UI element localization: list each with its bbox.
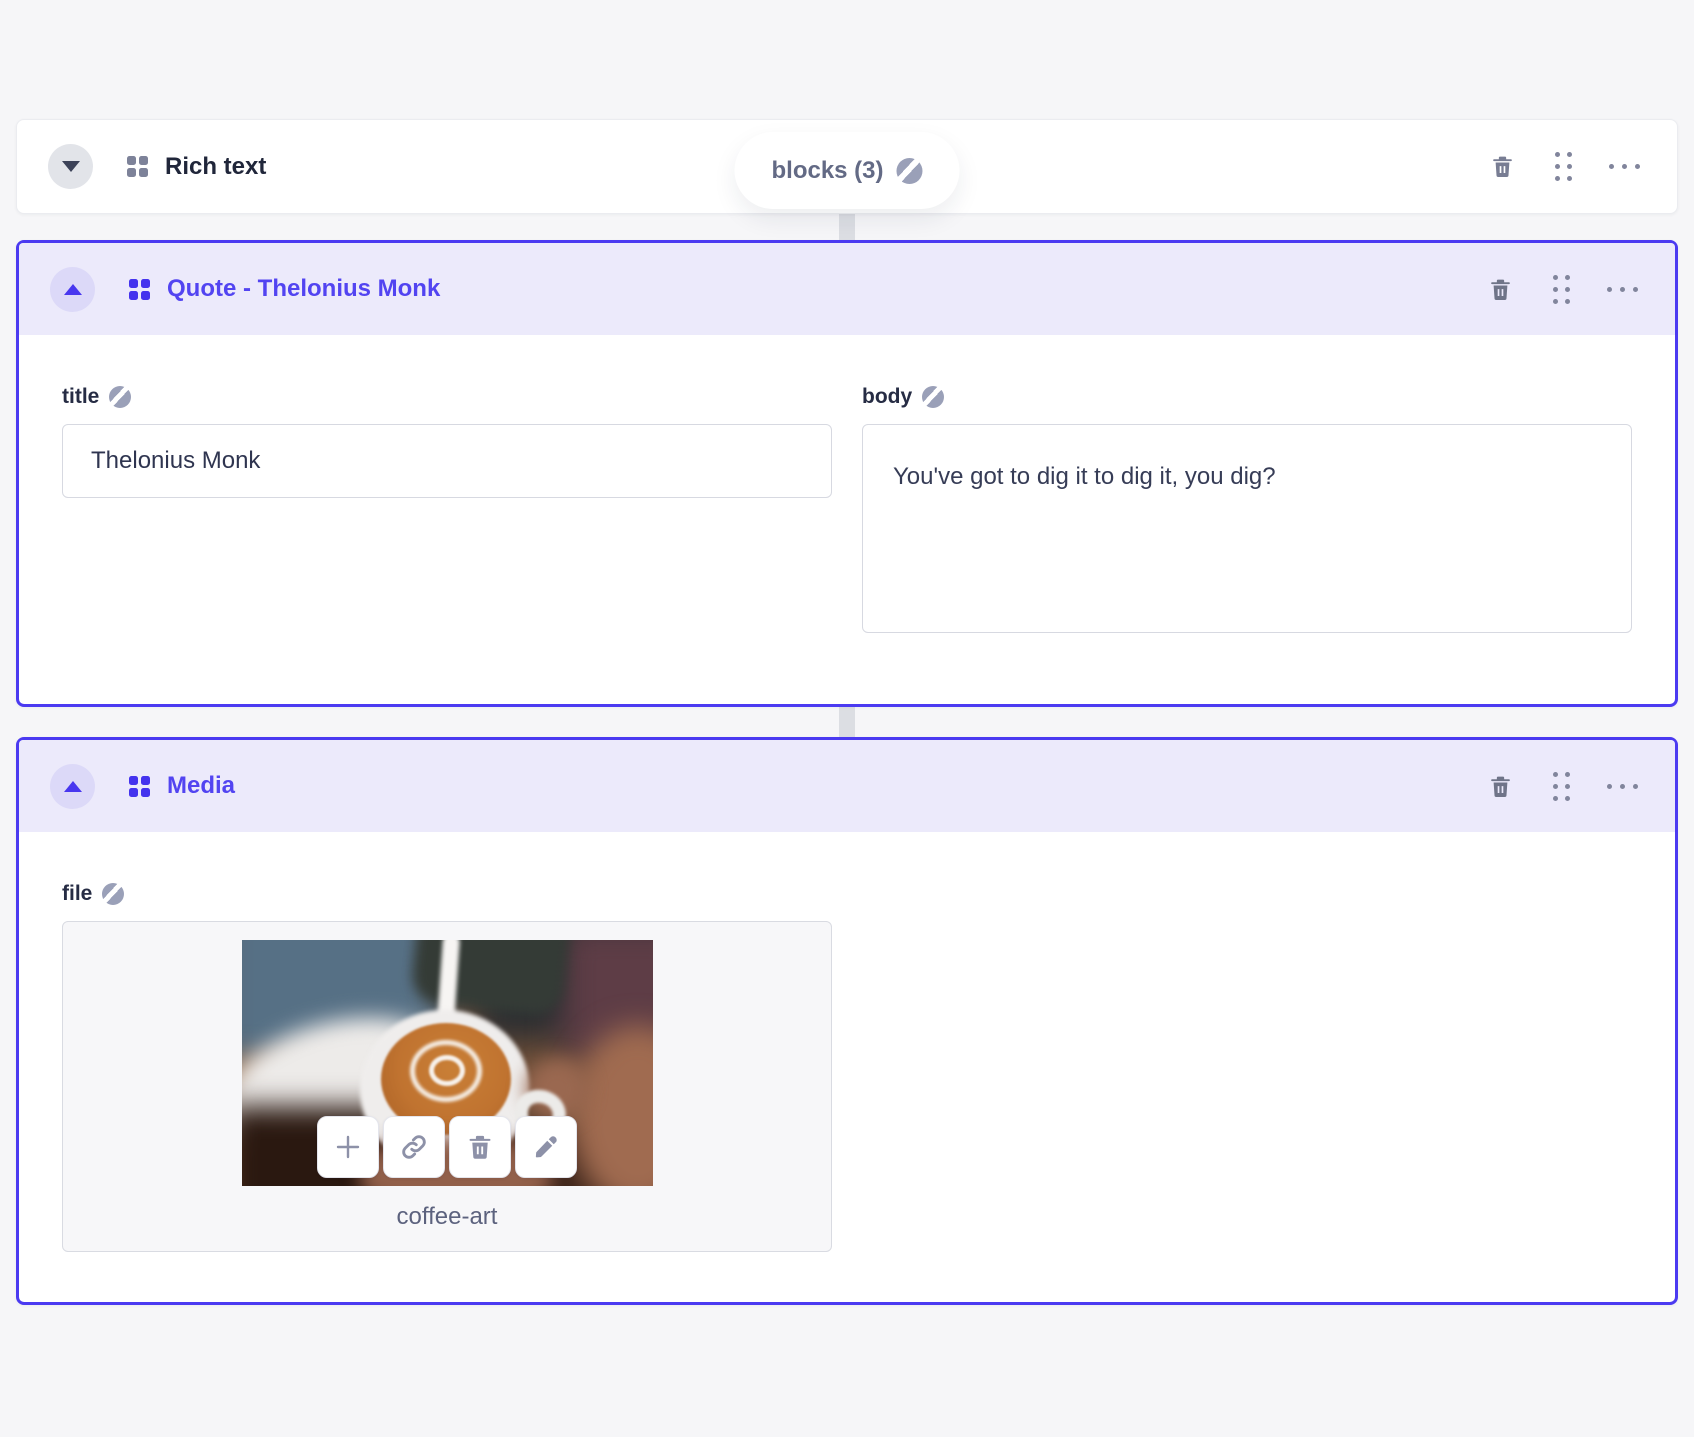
trash-icon <box>1492 156 1512 178</box>
globe-icon <box>922 386 945 408</box>
collapse-block-button[interactable] <box>50 266 95 312</box>
array-field-pill[interactable]: blocks (3) <box>734 132 960 209</box>
field-label-text: body <box>862 385 913 408</box>
block-type-icon <box>129 278 150 300</box>
block-title: Quote - Thelonius Monk <box>167 275 441 302</box>
pencil-icon <box>535 1136 557 1158</box>
block-header: Media <box>19 740 1675 832</box>
delete-block-button[interactable] <box>1485 771 1515 801</box>
field-label: file <box>62 882 1632 906</box>
link-icon <box>402 1135 426 1159</box>
chevron-up-icon <box>63 283 82 295</box>
drag-handle[interactable] <box>1546 274 1576 304</box>
file-preview-card: coffee-art <box>62 921 832 1252</box>
file-toolbar <box>317 1116 577 1178</box>
field-label-text: title <box>62 385 100 408</box>
add-file-button[interactable] <box>317 1116 379 1178</box>
array-field-label: blocks (3) <box>771 156 884 184</box>
ellipsis-icon <box>1608 164 1640 169</box>
delete-block-button[interactable] <box>1487 152 1517 182</box>
block-header: Quote - Thelonius Monk <box>19 243 1675 335</box>
block-type-icon <box>127 156 148 177</box>
drag-handle[interactable] <box>1548 152 1578 182</box>
field-title: title <box>62 385 832 638</box>
field-label: title <box>62 385 832 409</box>
block-content: title body You've got to dig it to dig i… <box>19 335 1675 638</box>
chevron-down-icon <box>61 161 80 172</box>
delete-file-button[interactable] <box>449 1116 511 1178</box>
drag-handle[interactable] <box>1546 771 1576 801</box>
chevron-up-icon <box>63 780 82 792</box>
block-title: Media <box>167 772 236 799</box>
block-actions <box>1485 771 1638 801</box>
field-label: body <box>862 385 1632 409</box>
trash-icon <box>1490 776 1510 797</box>
collapse-block-button[interactable] <box>50 763 95 809</box>
globe-icon <box>109 386 132 408</box>
field-label-text: file <box>62 882 93 905</box>
link-file-button[interactable] <box>383 1116 445 1178</box>
block-type-icon <box>129 775 150 797</box>
plus-icon <box>336 1135 360 1159</box>
ellipsis-icon <box>1606 286 1638 292</box>
ellipsis-menu-button[interactable] <box>1606 274 1638 304</box>
delete-block-button[interactable] <box>1485 274 1515 304</box>
edit-file-button[interactable] <box>515 1116 577 1178</box>
block-card-quote: Quote - Thelonius Monk title Thelonius M… <box>16 240 1678 707</box>
drag-handle-icon <box>1554 152 1572 181</box>
block-content: file coffee-art <box>19 832 1675 1252</box>
block-title: Rich text <box>165 152 267 180</box>
body-textarea[interactable]: You've got to dig it to dig it, you dig? <box>862 424 1632 633</box>
trash-icon <box>469 1135 491 1159</box>
drag-handle-icon <box>1552 274 1570 304</box>
ellipsis-menu-button[interactable] <box>1606 771 1638 801</box>
block-actions <box>1487 152 1640 182</box>
file-name-caption: coffee-art <box>396 1203 498 1230</box>
drag-handle-icon <box>1552 771 1570 801</box>
ellipsis-icon <box>1606 783 1638 789</box>
ellipsis-menu-button[interactable] <box>1608 152 1640 182</box>
block-card-media: Media file coffee-art <box>16 737 1678 1305</box>
globe-icon <box>896 157 923 184</box>
expand-block-button[interactable] <box>48 144 93 189</box>
field-body: body You've got to dig it to dig it, you… <box>862 385 1632 638</box>
title-input[interactable] <box>62 424 832 498</box>
trash-icon <box>1490 279 1510 300</box>
block-actions <box>1485 274 1638 304</box>
globe-icon <box>102 883 125 905</box>
field-file: file coffee-art <box>62 882 1632 1252</box>
